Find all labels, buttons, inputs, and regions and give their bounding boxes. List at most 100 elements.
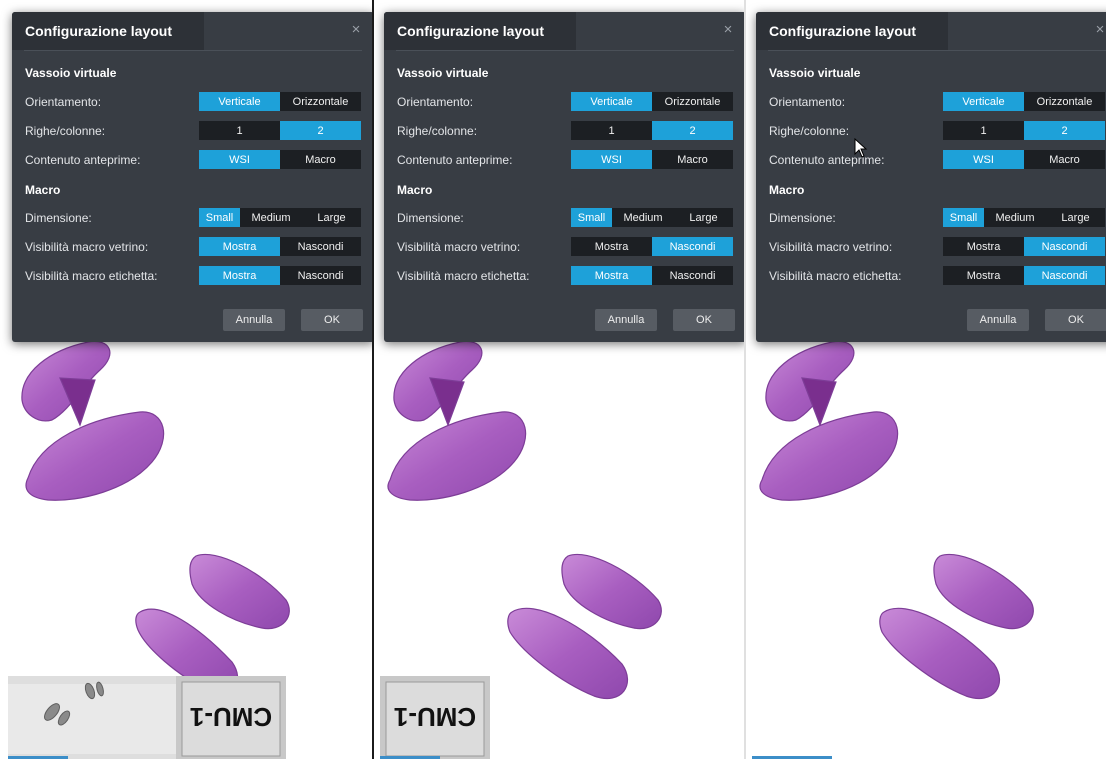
size-option-large[interactable]: Large bbox=[1046, 208, 1105, 227]
section-macro: Macro bbox=[397, 183, 433, 197]
label-macro-option-show[interactable]: Mostra bbox=[571, 266, 652, 285]
size-label: Dimensione: bbox=[397, 211, 464, 225]
dialog-title: Configurazione layout bbox=[769, 23, 916, 39]
orientation-option-horizontal[interactable]: Orizzontale bbox=[280, 92, 361, 111]
slide-macro-option-show[interactable]: Mostra bbox=[199, 237, 280, 256]
dialog-titlebar[interactable]: Configurazione layout × bbox=[384, 12, 744, 50]
cancel-button[interactable]: Annulla bbox=[967, 309, 1029, 331]
size-option-medium[interactable]: Medium bbox=[240, 208, 302, 227]
slide-macro-visibility-label: Visibilità macro vetrino: bbox=[25, 240, 149, 254]
orientation-label: Orientamento: bbox=[397, 95, 474, 109]
preview-content-label: Contenuto anteprime: bbox=[397, 153, 513, 167]
size-label: Dimensione: bbox=[769, 211, 836, 225]
label-macro-option-hide[interactable]: Nascondi bbox=[280, 266, 361, 285]
rows-cols-label: Righe/colonne: bbox=[769, 124, 850, 138]
size-toggle: Small Medium Large bbox=[199, 208, 361, 227]
slide-macro-visibility-label: Visibilità macro vetrino: bbox=[769, 240, 893, 254]
layout-config-dialog-3: Configurazione layout × Vassoio virtuale… bbox=[756, 12, 1106, 342]
size-toggle: Small Medium Large bbox=[943, 208, 1105, 227]
preview-content-option-macro[interactable]: Macro bbox=[1024, 150, 1105, 169]
preview-content-option-macro[interactable]: Macro bbox=[652, 150, 733, 169]
slide-macro-option-show[interactable]: Mostra bbox=[943, 237, 1024, 256]
label-macro-visibility-toggle: Mostra Nascondi bbox=[571, 266, 733, 285]
orientation-toggle: Verticale Orizzontale bbox=[571, 92, 733, 111]
label-macro-option-show[interactable]: Mostra bbox=[199, 266, 280, 285]
slide-macro-visibility-toggle: Mostra Nascondi bbox=[571, 237, 733, 256]
viewer-panel-1: CMU-1 Configurazione layout × Vassoio vi… bbox=[0, 0, 372, 759]
size-option-medium[interactable]: Medium bbox=[984, 208, 1046, 227]
preview-content-option-macro[interactable]: Macro bbox=[280, 150, 361, 169]
cancel-button[interactable]: Annulla bbox=[223, 309, 285, 331]
macro-label-text-1: CMU-1 bbox=[190, 702, 272, 732]
label-macro-visibility-label: Visibilità macro etichetta: bbox=[397, 269, 530, 283]
layout-config-dialog-2: Configurazione layout × Vassoio virtuale… bbox=[384, 12, 744, 342]
label-macro-image-2: CMU-1 bbox=[380, 676, 490, 759]
label-macro-visibility-label: Visibilità macro etichetta: bbox=[769, 269, 902, 283]
rows-cols-option-2[interactable]: 2 bbox=[280, 121, 361, 140]
slide-macro-option-show[interactable]: Mostra bbox=[571, 237, 652, 256]
preview-content-option-wsi[interactable]: WSI bbox=[571, 150, 652, 169]
rows-cols-option-2[interactable]: 2 bbox=[1024, 121, 1105, 140]
section-macro: Macro bbox=[769, 183, 805, 197]
viewer-panel-2: CMU-1 Configurazione layout × Vassoio vi… bbox=[372, 0, 744, 759]
slide-macro-visibility-toggle: Mostra Nascondi bbox=[199, 237, 361, 256]
label-macro-visibility-toggle: Mostra Nascondi bbox=[943, 266, 1105, 285]
size-option-large[interactable]: Large bbox=[302, 208, 361, 227]
preview-content-option-wsi[interactable]: WSI bbox=[943, 150, 1024, 169]
ok-button[interactable]: OK bbox=[1045, 309, 1106, 331]
slide-macro-option-hide[interactable]: Nascondi bbox=[280, 237, 361, 256]
size-option-small[interactable]: Small bbox=[199, 208, 240, 227]
orientation-option-horizontal[interactable]: Orizzontale bbox=[1024, 92, 1105, 111]
close-icon[interactable]: × bbox=[720, 22, 736, 38]
slide-macro-visibility-toggle: Mostra Nascondi bbox=[943, 237, 1105, 256]
layout-config-dialog-1: Configurazione layout × Vassoio virtuale… bbox=[12, 12, 372, 342]
rows-cols-option-1[interactable]: 1 bbox=[943, 121, 1024, 140]
close-icon[interactable]: × bbox=[1092, 22, 1106, 38]
size-option-small[interactable]: Small bbox=[571, 208, 612, 227]
dialog-titlebar[interactable]: Configurazione layout × bbox=[756, 12, 1106, 50]
ok-button[interactable]: OK bbox=[301, 309, 363, 331]
slide-macro-image-1 bbox=[8, 676, 176, 759]
orientation-option-horizontal[interactable]: Orizzontale bbox=[652, 92, 733, 111]
rows-cols-toggle: 1 2 bbox=[199, 121, 361, 140]
orientation-option-vertical[interactable]: Verticale bbox=[571, 92, 652, 111]
macro-label-text-2: CMU-1 bbox=[394, 702, 476, 732]
title-divider bbox=[24, 50, 362, 51]
rows-cols-toggle: 1 2 bbox=[571, 121, 733, 140]
size-option-large[interactable]: Large bbox=[674, 208, 733, 227]
rows-cols-option-2[interactable]: 2 bbox=[652, 121, 733, 140]
size-option-small[interactable]: Small bbox=[943, 208, 984, 227]
section-virtual-tray: Vassoio virtuale bbox=[25, 66, 117, 80]
slide-macro-option-hide[interactable]: Nascondi bbox=[1024, 237, 1105, 256]
section-macro: Macro bbox=[25, 183, 61, 197]
dialog-titlebar[interactable]: Configurazione layout × bbox=[12, 12, 372, 50]
size-toggle: Small Medium Large bbox=[571, 208, 733, 227]
preview-content-toggle: WSI Macro bbox=[943, 150, 1105, 169]
orientation-option-vertical[interactable]: Verticale bbox=[199, 92, 280, 111]
title-divider bbox=[768, 50, 1106, 51]
label-macro-image-1: CMU-1 bbox=[176, 676, 286, 759]
label-macro-visibility-label: Visibilità macro etichetta: bbox=[25, 269, 158, 283]
orientation-option-vertical[interactable]: Verticale bbox=[943, 92, 1024, 111]
preview-content-toggle: WSI Macro bbox=[199, 150, 361, 169]
dialog-title: Configurazione layout bbox=[25, 23, 172, 39]
slide-macro-option-hide[interactable]: Nascondi bbox=[652, 237, 733, 256]
label-macro-option-hide[interactable]: Nascondi bbox=[1024, 266, 1105, 285]
mouse-cursor-icon bbox=[854, 138, 868, 158]
ok-button[interactable]: OK bbox=[673, 309, 735, 331]
label-macro-option-hide[interactable]: Nascondi bbox=[652, 266, 733, 285]
preview-content-option-wsi[interactable]: WSI bbox=[199, 150, 280, 169]
label-macro-option-show[interactable]: Mostra bbox=[943, 266, 1024, 285]
slide-macro-visibility-label: Visibilità macro vetrino: bbox=[397, 240, 521, 254]
size-option-medium[interactable]: Medium bbox=[612, 208, 674, 227]
rows-cols-label: Righe/colonne: bbox=[25, 124, 106, 138]
orientation-label: Orientamento: bbox=[25, 95, 102, 109]
cancel-button[interactable]: Annulla bbox=[595, 309, 657, 331]
close-icon[interactable]: × bbox=[348, 22, 364, 38]
label-macro-visibility-toggle: Mostra Nascondi bbox=[199, 266, 361, 285]
preview-content-toggle: WSI Macro bbox=[571, 150, 733, 169]
rows-cols-option-1[interactable]: 1 bbox=[199, 121, 280, 140]
size-label: Dimensione: bbox=[25, 211, 92, 225]
rows-cols-option-1[interactable]: 1 bbox=[571, 121, 652, 140]
viewer-panel-3: Configurazione layout × Vassoio virtuale… bbox=[744, 0, 1106, 759]
